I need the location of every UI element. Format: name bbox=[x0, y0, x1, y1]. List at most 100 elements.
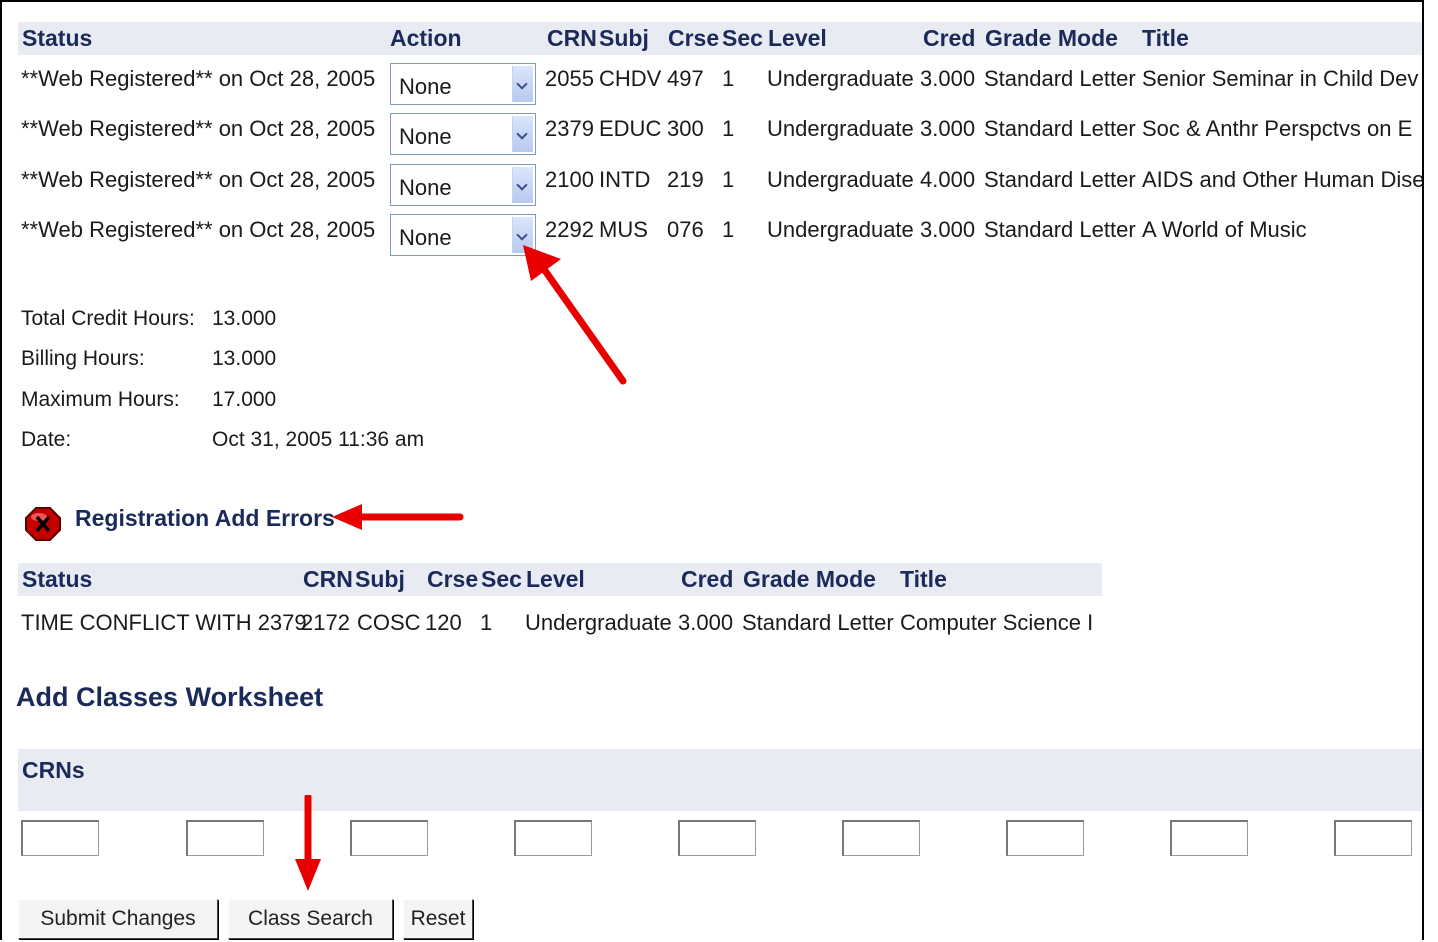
row-crn: 2100 bbox=[545, 167, 594, 192]
col-title: Title bbox=[900, 566, 947, 592]
row-cred: 3.000 bbox=[920, 116, 976, 141]
reset-button[interactable]: Reset bbox=[403, 899, 473, 939]
annotation-arrow-dropdown bbox=[523, 245, 627, 385]
maximum-hours-value: 17.000 bbox=[212, 388, 277, 411]
row-grade-mode: Standard Letter bbox=[984, 217, 1136, 242]
row-title: Soc & Anthr Perspctvs on E bbox=[1142, 116, 1413, 141]
errors-title: Registration Add Errors bbox=[75, 505, 335, 531]
action-select[interactable]: None bbox=[390, 164, 536, 206]
table-row: TIME CONFLICT WITH 2379 2172 COSC 120 1 … bbox=[0, 608, 1120, 642]
crn-input[interactable] bbox=[678, 820, 756, 856]
total-credit-label: Total Credit Hours: bbox=[21, 307, 195, 330]
crns-label: CRNs bbox=[22, 757, 85, 783]
row-subj: MUS bbox=[599, 217, 648, 242]
crn-input[interactable] bbox=[1170, 820, 1248, 856]
worksheet-title: Add Classes Worksheet bbox=[16, 682, 324, 712]
row-level: Undergraduate bbox=[767, 116, 914, 141]
row-sec: 1 bbox=[722, 66, 735, 91]
error-icon bbox=[25, 507, 61, 541]
crn-input[interactable] bbox=[1006, 820, 1084, 856]
row-grade-mode: Standard Letter bbox=[742, 610, 894, 635]
row-title: Computer Science I bbox=[900, 610, 1094, 635]
crn-input[interactable] bbox=[21, 820, 99, 856]
table-row: **Web Registered** on Oct 28, 2005 None … bbox=[0, 113, 1422, 158]
col-cred: Cred bbox=[681, 566, 734, 592]
row-status: **Web Registered** on Oct 28, 2005 bbox=[21, 66, 376, 91]
billing-hours-value: 13.000 bbox=[212, 347, 277, 370]
col-sec: Sec bbox=[722, 25, 763, 51]
row-subj: INTD bbox=[599, 167, 651, 192]
row-crse: 076 bbox=[667, 217, 704, 242]
col-status: Status bbox=[22, 566, 93, 592]
row-title: Senior Seminar in Child Dev bbox=[1142, 66, 1419, 91]
annotation-arrow-class-search bbox=[295, 795, 321, 891]
row-status: **Web Registered** on Oct 28, 2005 bbox=[21, 167, 376, 192]
row-level: Undergraduate bbox=[525, 610, 672, 635]
submit-changes-button[interactable]: Submit Changes bbox=[18, 899, 218, 939]
col-level: Level bbox=[768, 25, 827, 51]
date-value: Oct 31, 2005 11:36 am bbox=[212, 428, 425, 451]
row-cred: 3.000 bbox=[678, 610, 734, 635]
registration-table-header: Status Action CRN Subj Crse Sec Level Cr… bbox=[18, 22, 1422, 55]
row-subj: COSC bbox=[357, 610, 421, 635]
col-grade-mode: Grade Mode bbox=[743, 566, 876, 592]
table-row: **Web Registered** on Oct 28, 2005 None … bbox=[0, 164, 1422, 209]
row-subj: CHDV bbox=[599, 66, 662, 91]
col-title: Title bbox=[1142, 25, 1189, 51]
chevron-down-icon[interactable] bbox=[512, 167, 533, 203]
row-sec: 1 bbox=[722, 217, 735, 242]
row-subj: EDUC bbox=[599, 116, 662, 141]
billing-hours-label: Billing Hours: bbox=[21, 347, 145, 370]
action-select-value: None bbox=[399, 74, 452, 99]
row-level: Undergraduate bbox=[767, 167, 914, 192]
crn-input[interactable] bbox=[186, 820, 264, 856]
col-action: Action bbox=[390, 25, 462, 51]
class-search-button[interactable]: Class Search bbox=[228, 899, 393, 939]
row-crn: 2172 bbox=[301, 610, 350, 635]
table-row: **Web Registered** on Oct 28, 2005 None … bbox=[0, 214, 1422, 259]
action-select-value: None bbox=[399, 175, 452, 200]
date-label: Date: bbox=[21, 428, 72, 451]
row-sec: 1 bbox=[480, 610, 493, 635]
row-status: TIME CONFLICT WITH 2379 bbox=[21, 610, 307, 635]
col-level: Level bbox=[526, 566, 585, 592]
action-select[interactable]: None bbox=[390, 63, 536, 105]
row-cred: 3.000 bbox=[920, 217, 976, 242]
crn-input[interactable] bbox=[514, 820, 592, 856]
row-grade-mode: Standard Letter bbox=[984, 66, 1136, 91]
table-row: **Web Registered** on Oct 28, 2005 None … bbox=[0, 63, 1422, 108]
col-crse: Crse bbox=[427, 566, 479, 592]
row-crse: 300 bbox=[667, 116, 704, 141]
row-cred: 4.000 bbox=[920, 167, 976, 192]
row-level: Undergraduate bbox=[767, 66, 914, 91]
row-status: **Web Registered** on Oct 28, 2005 bbox=[21, 217, 376, 242]
col-subj: Subj bbox=[599, 25, 649, 51]
col-subj: Subj bbox=[355, 566, 405, 592]
row-title: A World of Music bbox=[1142, 217, 1307, 242]
crn-input[interactable] bbox=[350, 820, 428, 856]
row-sec: 1 bbox=[722, 167, 735, 192]
row-crn: 2379 bbox=[545, 116, 594, 141]
row-status: **Web Registered** on Oct 28, 2005 bbox=[21, 116, 376, 141]
action-select-value: None bbox=[399, 225, 452, 250]
col-crse: Crse bbox=[668, 25, 720, 51]
col-crn: CRN bbox=[303, 566, 353, 592]
chevron-down-icon[interactable] bbox=[512, 116, 533, 152]
total-credit-value: 13.000 bbox=[212, 307, 277, 330]
row-crse: 497 bbox=[667, 66, 704, 91]
crn-input[interactable] bbox=[1334, 820, 1412, 856]
row-grade-mode: Standard Letter bbox=[984, 167, 1136, 192]
row-title: AIDS and Other Human Dise bbox=[1142, 167, 1422, 192]
row-crn: 2292 bbox=[545, 217, 594, 242]
chevron-down-icon[interactable] bbox=[512, 66, 533, 102]
maximum-hours-label: Maximum Hours: bbox=[21, 388, 180, 411]
col-crn: CRN bbox=[547, 25, 597, 51]
action-select-value: None bbox=[399, 124, 452, 149]
row-grade-mode: Standard Letter bbox=[984, 116, 1136, 141]
crn-input[interactable] bbox=[842, 820, 920, 856]
action-select[interactable]: None bbox=[390, 113, 536, 155]
col-cred: Cred bbox=[923, 25, 976, 51]
col-sec: Sec bbox=[481, 566, 522, 592]
row-crn: 2055 bbox=[545, 66, 594, 91]
row-crse: 120 bbox=[425, 610, 462, 635]
